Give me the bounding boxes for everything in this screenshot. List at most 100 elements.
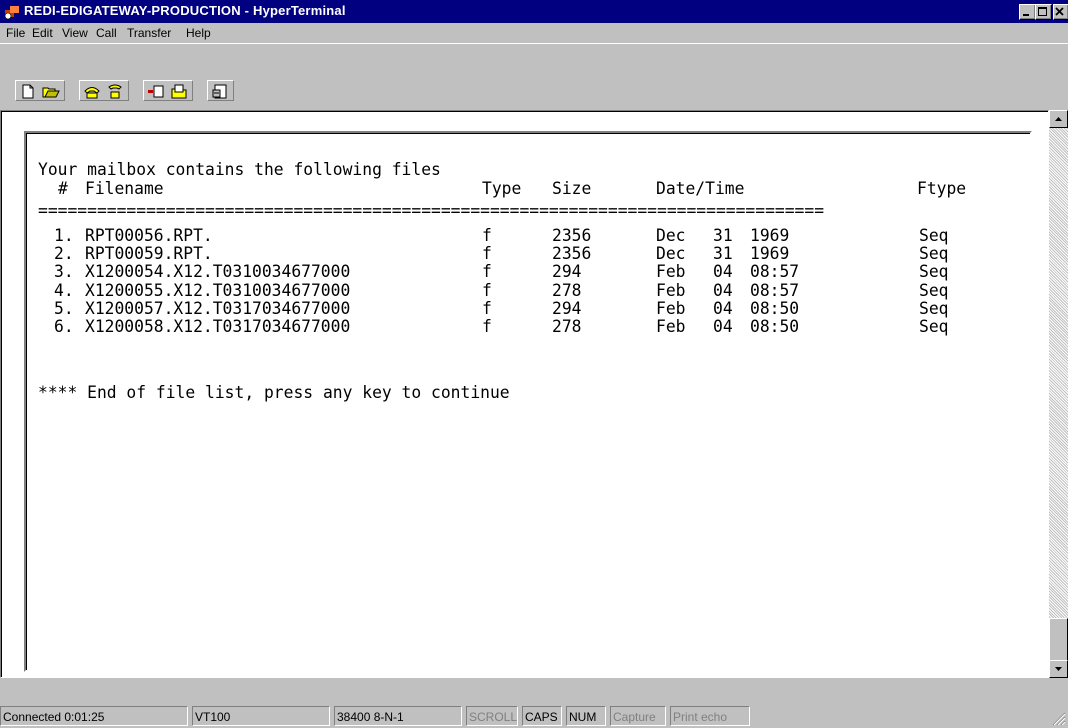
- row-month: Dec: [656, 226, 686, 246]
- call-button[interactable]: [82, 83, 102, 100]
- intro-line: Your mailbox contains the following file…: [38, 160, 441, 180]
- minimize-button[interactable]: [1019, 4, 1036, 20]
- receive-icon: [171, 84, 187, 99]
- receive-button[interactable]: [169, 83, 189, 100]
- row-day: 04: [713, 299, 733, 319]
- separator-line: ========================================…: [38, 201, 825, 221]
- row-filename: RPT00056.RPT.: [85, 226, 213, 246]
- footer-line: **** End of file list, press any key to …: [38, 383, 510, 403]
- row-day: 31: [713, 244, 733, 264]
- row-ftype: Seq: [919, 262, 949, 282]
- row-type: f: [482, 281, 492, 301]
- new-icon: [22, 84, 34, 99]
- disconnect-icon: [108, 84, 122, 99]
- row-type: f: [482, 226, 492, 246]
- row-day: 04: [713, 317, 733, 337]
- status-connected: Connected 0:01:25: [0, 706, 188, 726]
- row-num: 5.: [54, 299, 74, 319]
- row-size: 278: [552, 281, 582, 301]
- row-num: 2.: [54, 244, 74, 264]
- new-button[interactable]: [18, 83, 38, 100]
- open-icon: [42, 87, 60, 98]
- row-size: 294: [552, 262, 582, 282]
- hyperterminal-icon: [4, 6, 19, 20]
- status-print-echo: Print echo: [670, 706, 750, 726]
- row-time: 08:57: [750, 262, 800, 282]
- call-icon: [84, 87, 100, 99]
- row-ftype: Seq: [919, 317, 949, 337]
- row-size: 2356: [552, 244, 592, 264]
- status-emulation: VT100: [192, 706, 330, 726]
- scroll-up-button[interactable]: [1049, 110, 1068, 128]
- window-title: REDI-EDIGATEWAY-PRODUCTION - HyperTermin…: [24, 3, 346, 18]
- open-button[interactable]: [41, 83, 61, 100]
- row-time: 08:57: [750, 281, 800, 301]
- row-type: f: [482, 317, 492, 337]
- row-size: 294: [552, 299, 582, 319]
- row-month: Feb: [656, 299, 686, 319]
- toolbar-group-transfer: [143, 80, 193, 101]
- resize-grip-icon[interactable]: [1050, 710, 1066, 726]
- maximize-button[interactable]: [1035, 4, 1052, 20]
- close-button[interactable]: [1053, 4, 1068, 20]
- menu-view[interactable]: View: [62, 26, 88, 40]
- row-day: 31: [713, 226, 733, 246]
- row-time: 08:50: [750, 299, 800, 319]
- row-ftype: Seq: [919, 226, 949, 246]
- row-day: 04: [713, 281, 733, 301]
- disconnect-button[interactable]: [105, 83, 125, 100]
- row-ftype: Seq: [919, 281, 949, 301]
- vertical-scrollbar[interactable]: [1049, 110, 1068, 678]
- row-filename: X1200055.X12.T0310034677000: [85, 281, 351, 301]
- header-ftype: Ftype: [917, 179, 967, 199]
- row-num: 4.: [54, 281, 74, 301]
- scroll-down-button[interactable]: [1049, 660, 1068, 678]
- status-num: NUM: [566, 706, 606, 726]
- status-bar: Connected 0:01:25 VT100 38400 8-N-1 SCRO…: [0, 704, 1068, 728]
- header-datetime: Date/Time: [656, 179, 745, 199]
- row-month: Feb: [656, 281, 686, 301]
- menu-transfer[interactable]: Transfer: [127, 26, 171, 40]
- status-capture: Capture: [610, 706, 666, 726]
- toolbar-group-properties: [207, 80, 234, 101]
- header-type: Type: [482, 179, 522, 199]
- row-day: 04: [713, 262, 733, 282]
- title-bar: REDI-EDIGATEWAY-PRODUCTION - HyperTermin…: [0, 0, 1068, 23]
- maximize-icon: [1038, 7, 1047, 16]
- menu-file[interactable]: File: [6, 26, 25, 40]
- row-type: f: [482, 262, 492, 282]
- row-num: 3.: [54, 262, 74, 282]
- row-month: Feb: [656, 317, 686, 337]
- row-time: 1969: [750, 226, 790, 246]
- header-num: #: [58, 179, 68, 199]
- toolbar-group-call: [79, 80, 129, 101]
- menu-call[interactable]: Call: [96, 26, 117, 40]
- send-button[interactable]: [146, 83, 166, 100]
- menu-edit[interactable]: Edit: [32, 26, 53, 40]
- row-size: 2356: [552, 226, 592, 246]
- menu-help[interactable]: Help: [186, 26, 211, 40]
- row-num: 1.: [54, 226, 74, 246]
- toolbar: [0, 43, 1068, 101]
- row-time: 1969: [750, 244, 790, 264]
- status-caps: CAPS: [522, 706, 562, 726]
- row-type: f: [482, 299, 492, 319]
- close-icon: [1055, 7, 1064, 16]
- arrow-up-icon: [1055, 117, 1062, 121]
- arrow-down-icon: [1055, 667, 1062, 671]
- row-ftype: Seq: [919, 299, 949, 319]
- status-port-settings: 38400 8-N-1: [334, 706, 462, 726]
- row-ftype: Seq: [919, 244, 949, 264]
- menu-bar: File Edit View Call Transfer Help: [0, 23, 1068, 43]
- row-size: 278: [552, 317, 582, 337]
- row-filename: X1200057.X12.T0317034677000: [85, 299, 351, 319]
- send-icon: [148, 85, 164, 98]
- scroll-thumb[interactable]: [1049, 618, 1068, 664]
- header-filename: Filename: [85, 179, 164, 199]
- row-month: Dec: [656, 244, 686, 264]
- toolbar-group-file: [15, 80, 65, 101]
- row-filename: X1200058.X12.T0317034677000: [85, 317, 351, 337]
- row-num: 6.: [54, 317, 74, 337]
- properties-button[interactable]: [210, 83, 230, 100]
- status-scroll: SCROLL: [466, 706, 518, 726]
